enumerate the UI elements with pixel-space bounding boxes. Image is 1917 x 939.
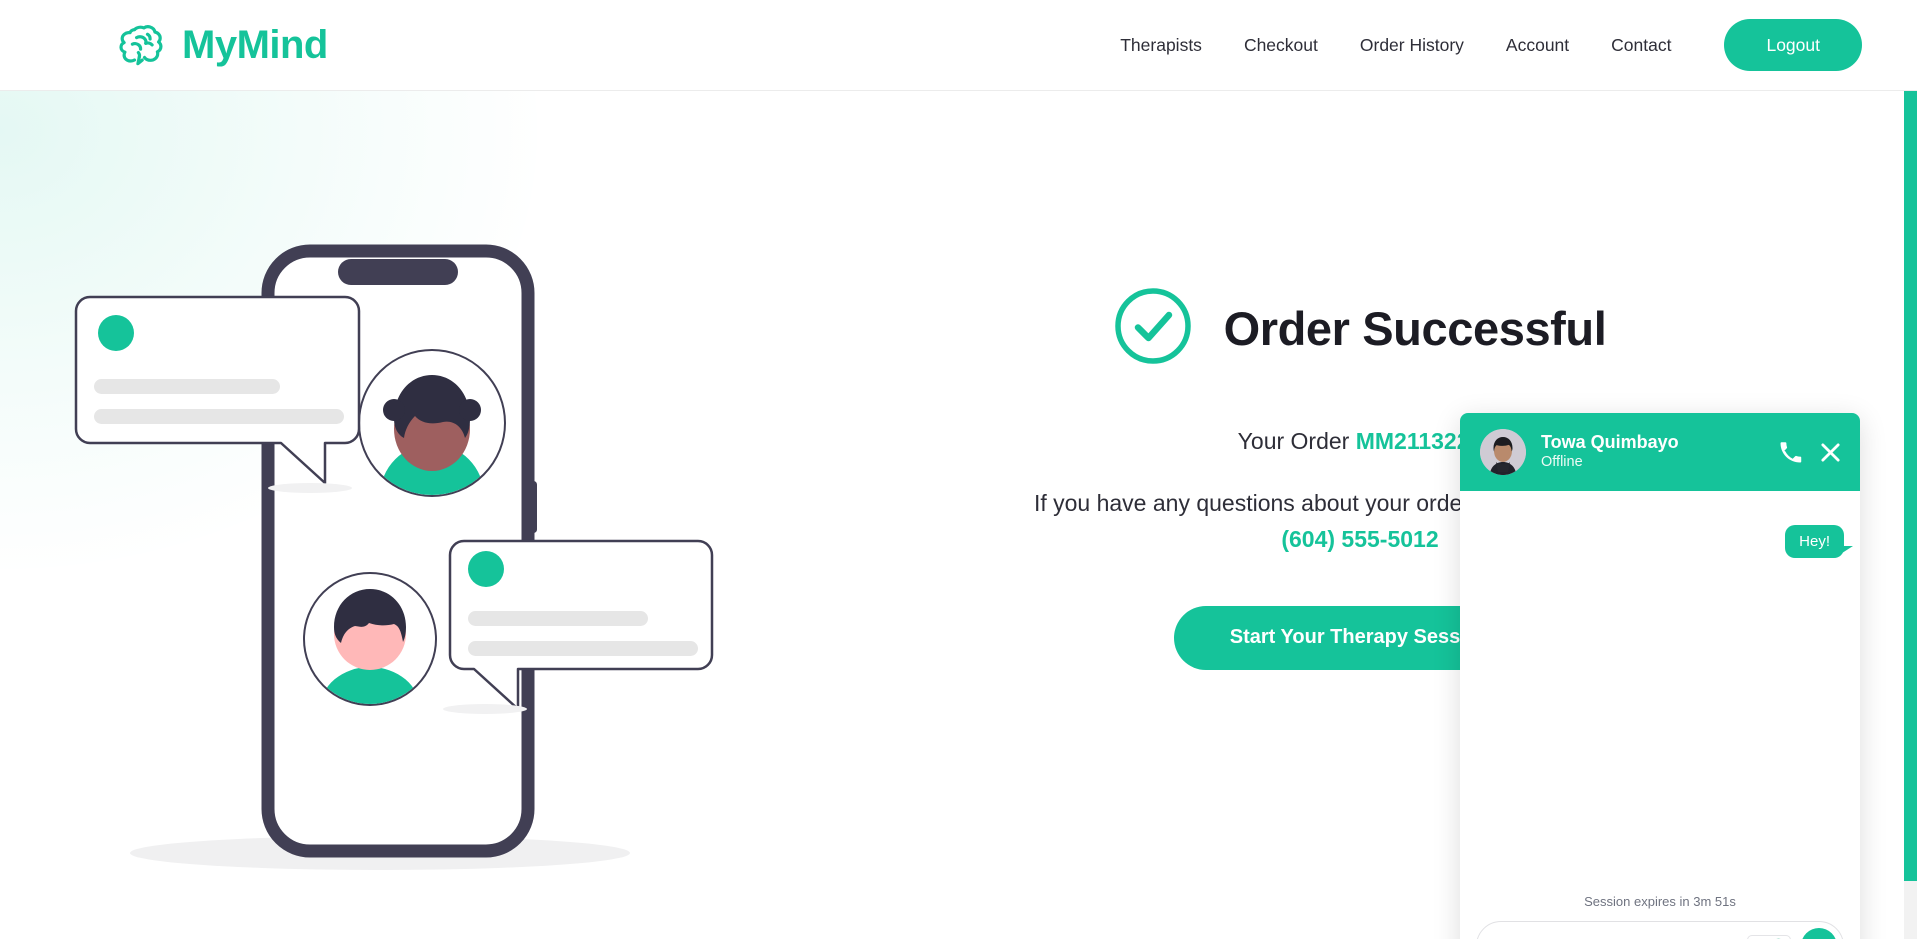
nav-item-contact[interactable]: Contact — [1590, 27, 1692, 64]
send-button[interactable] — [1801, 928, 1837, 939]
logout-button[interactable]: Logout — [1724, 19, 1862, 71]
chat-footer: Session expires in 3m 51s — [1460, 886, 1860, 939]
brand-logo[interactable]: MyMind — [114, 22, 328, 68]
phone-chat-illustration — [60, 151, 860, 891]
page-title: Order Successful — [1223, 302, 1607, 355]
close-icon[interactable] — [1819, 441, 1842, 464]
page-scrollbar-thumb[interactable] — [1904, 91, 1917, 881]
chat-message-list[interactable]: Hey! — [1460, 491, 1860, 886]
avatar — [1480, 429, 1526, 475]
nav-item-therapists[interactable]: Therapists — [1099, 27, 1223, 64]
session-expiry-note: Session expires in 3m 51s — [1584, 894, 1736, 909]
page-scrollbar-track[interactable] — [1904, 91, 1917, 939]
nav-item-checkout[interactable]: Checkout — [1223, 27, 1339, 64]
nav-item-order-history[interactable]: Order History — [1339, 27, 1485, 64]
main-navigation: Therapists Checkout Order History Accoun… — [1099, 19, 1862, 71]
phone-icon[interactable] — [1779, 441, 1802, 464]
chat-message-bubble: Hey! — [1785, 525, 1853, 558]
chat-message: Hey! — [1476, 525, 1853, 558]
check-circle-icon — [1114, 287, 1192, 370]
success-heading-row: Order Successful — [860, 287, 1860, 370]
page-body: Order Successful Your Order MM2113224 If… — [0, 91, 1917, 939]
chat-header-actions — [1779, 441, 1842, 464]
site-header: MyMind Therapists Checkout Order History… — [0, 0, 1917, 91]
brand-name: MyMind — [182, 23, 328, 67]
order-prefix-text: Your Order — [1237, 428, 1356, 454]
chat-header: Towa Quimbayo Offline — [1460, 413, 1860, 491]
chat-widget: Towa Quimbayo Offline Hey! Session expir… — [1460, 413, 1860, 939]
brain-icon — [114, 22, 168, 68]
status-badge: Offline — [1541, 454, 1583, 471]
nav-item-account[interactable]: Account — [1485, 27, 1590, 64]
chat-input-bar — [1476, 921, 1844, 939]
chat-contact-info: Towa Quimbayo Offline — [1541, 431, 1779, 473]
editor-tools — [1747, 934, 1791, 939]
chat-contact-name: Towa Quimbayo — [1541, 431, 1679, 452]
